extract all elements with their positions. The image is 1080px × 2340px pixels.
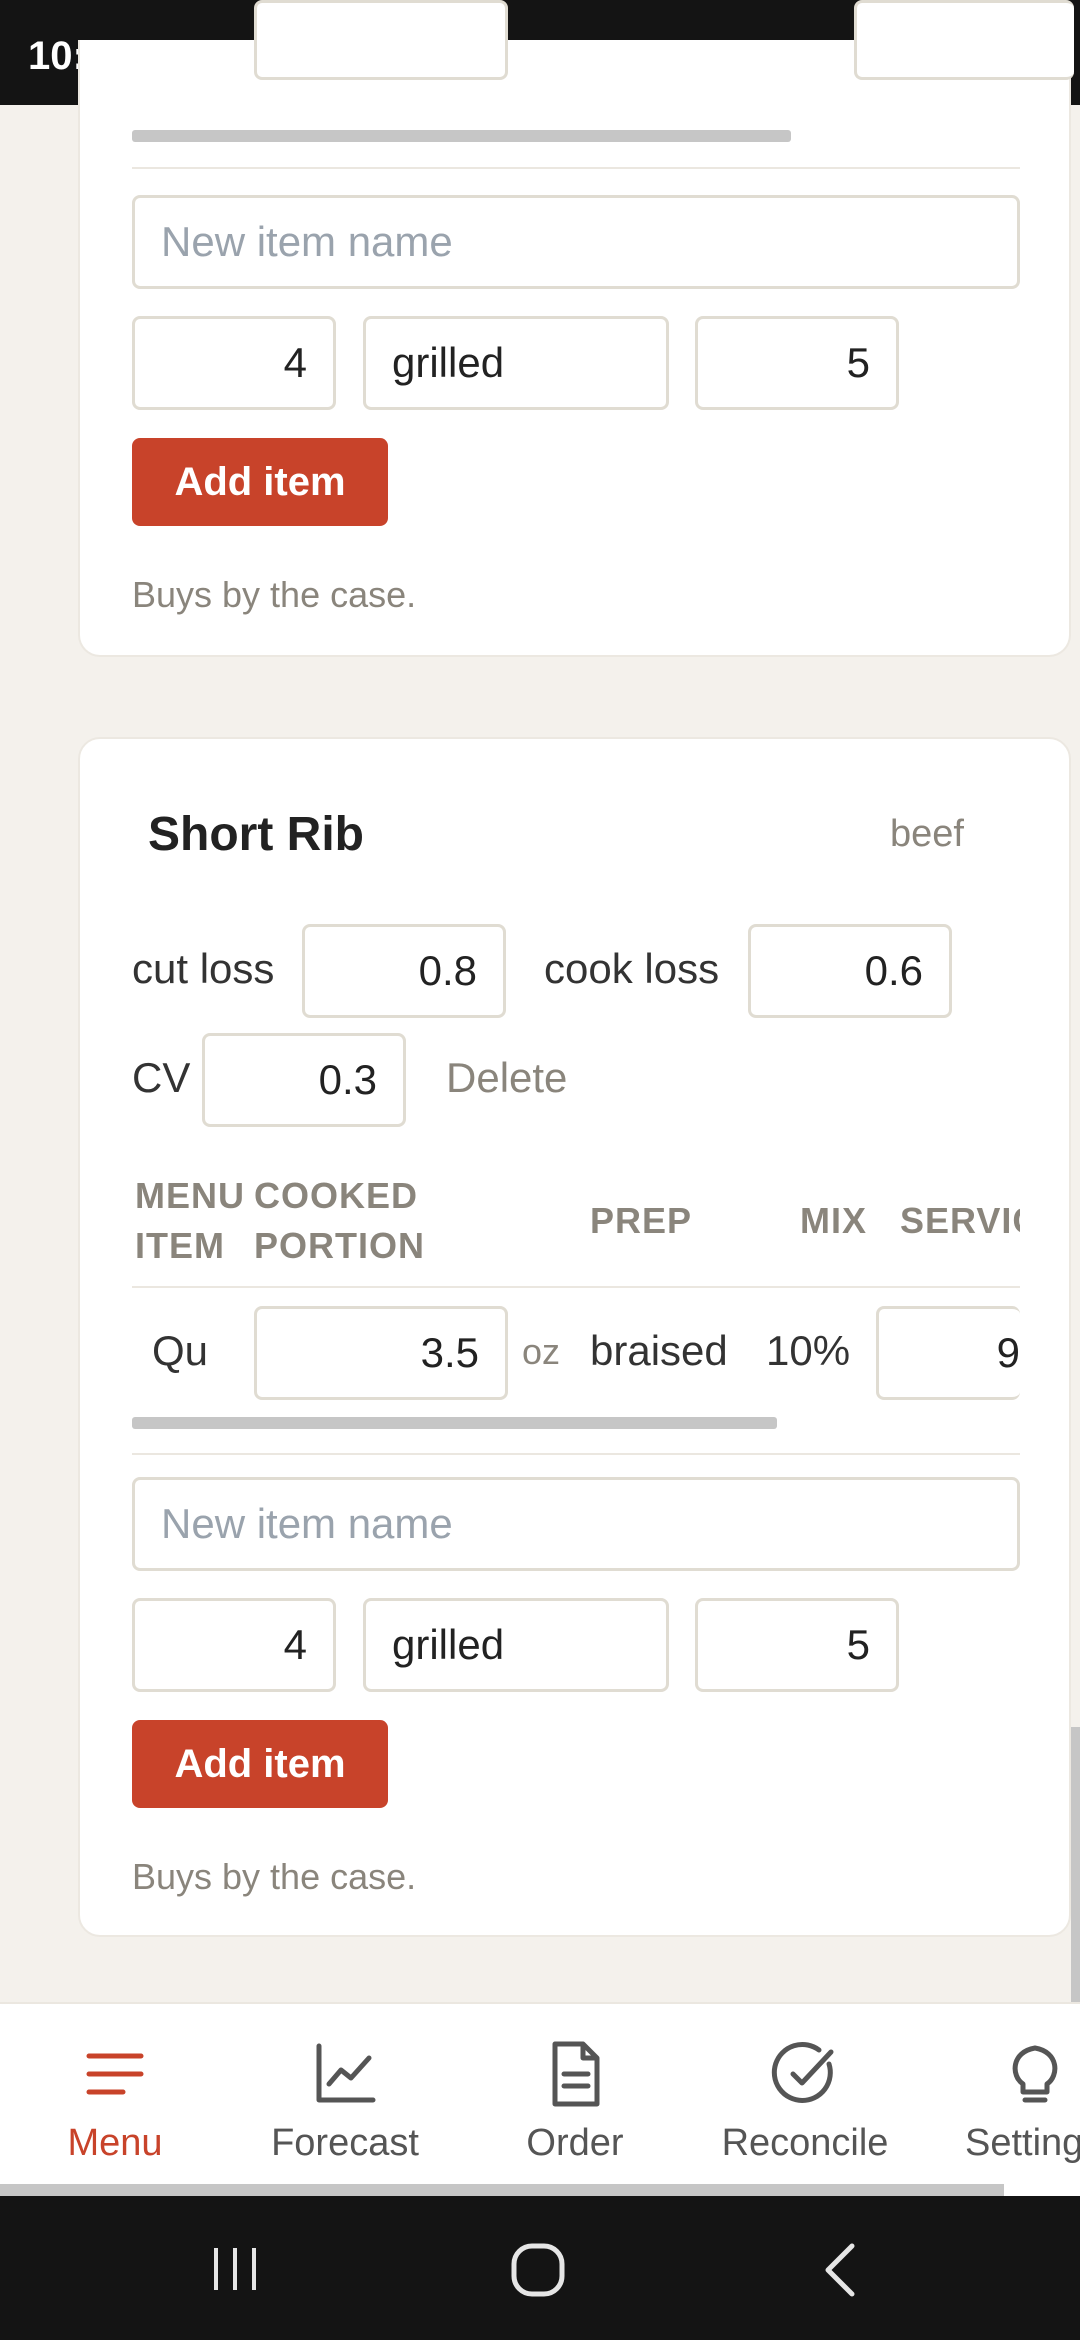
ingredient-category: beef bbox=[890, 813, 964, 855]
column-header-cooked-portion-line2: PORTION bbox=[254, 1225, 426, 1266]
bottom-navigation: Menu Forecast Order Reconcile Setting bbox=[0, 2002, 1080, 2202]
column-header-menu-item-line1: MENU bbox=[135, 1175, 245, 1216]
nav-item-forecast[interactable]: Forecast bbox=[230, 2004, 460, 2194]
new-item-prep-input[interactable]: grilled bbox=[363, 1598, 669, 1692]
new-item-mix-input[interactable]: 5 bbox=[695, 316, 899, 410]
column-header-menu-item-line2: ITEM bbox=[135, 1225, 225, 1266]
nav-item-settings[interactable]: Settings bbox=[920, 2004, 1080, 2194]
app-screen: 10:27 32 New item name 4 grilled 5 Add i… bbox=[0, 0, 1080, 2340]
row-menu-item: Qu bbox=[152, 1327, 209, 1374]
lightbulb-icon bbox=[1012, 2045, 1058, 2103]
recent-apps-icon[interactable] bbox=[210, 2244, 260, 2294]
nav-label-forecast: Forecast bbox=[271, 2122, 419, 2164]
case-hint: Buys by the case. bbox=[132, 1856, 417, 1897]
service-input-partial[interactable] bbox=[854, 0, 1074, 80]
new-item-name-input[interactable]: New item name bbox=[132, 195, 1020, 289]
nav-label-reconcile: Reconcile bbox=[721, 2122, 889, 2164]
document-icon bbox=[552, 2041, 600, 2107]
new-item-qty-input[interactable]: 4 bbox=[132, 316, 336, 410]
check-circle-icon bbox=[771, 2041, 834, 2103]
row-mix: 10% bbox=[766, 1327, 851, 1374]
back-icon[interactable] bbox=[818, 2242, 862, 2298]
cook-loss-label: cook loss bbox=[544, 945, 720, 992]
delete-ingredient-link[interactable]: Delete bbox=[446, 1054, 567, 1102]
system-navigation-bar bbox=[0, 2196, 1080, 2340]
case-hint: Buys by the case. bbox=[132, 574, 417, 615]
divider bbox=[132, 1453, 1020, 1455]
nav-label-order: Order bbox=[526, 2122, 624, 2164]
row-portion-unit: oz bbox=[522, 1331, 561, 1372]
add-item-button[interactable]: Add item bbox=[132, 438, 388, 526]
row-service-input[interactable]: 9 bbox=[876, 1306, 1020, 1400]
table-horizontal-scrollbar[interactable] bbox=[132, 130, 791, 142]
column-header-mix: MIX bbox=[800, 1200, 868, 1241]
table-horizontal-scrollbar[interactable] bbox=[132, 1417, 777, 1429]
column-header-menu-item: MENU ITEM bbox=[135, 1171, 245, 1271]
ingredient-title: Short Rib bbox=[148, 808, 364, 861]
column-header-cooked-portion-line1: COOKED bbox=[254, 1175, 419, 1216]
new-item-prep-input[interactable]: grilled bbox=[363, 316, 669, 410]
ingredient-card-short-rib: Short Rib beef cut loss 0.8 cook loss 0.… bbox=[78, 737, 1071, 1937]
column-header-prep: PREP bbox=[590, 1200, 693, 1241]
cook-loss-input[interactable]: 0.6 bbox=[748, 924, 952, 1018]
menu-icon bbox=[86, 2053, 144, 2095]
row-portion-input[interactable]: 3.5 bbox=[254, 1306, 508, 1400]
nav-horizontal-scrollbar[interactable] bbox=[0, 2184, 1004, 2196]
nav-item-reconcile[interactable]: Reconcile bbox=[690, 2004, 920, 2194]
portion-input-partial[interactable] bbox=[254, 0, 508, 80]
cut-loss-label: cut loss bbox=[132, 945, 275, 992]
chart-icon bbox=[316, 2043, 376, 2103]
new-item-mix-input[interactable]: 5 bbox=[695, 1598, 899, 1692]
nav-item-order[interactable]: Order bbox=[460, 2004, 690, 2194]
divider bbox=[132, 167, 1020, 169]
add-item-button[interactable]: Add item bbox=[132, 1720, 388, 1808]
column-header-service: SERVICI bbox=[900, 1200, 1020, 1241]
ingredient-card-previous: New item name 4 grilled 5 Add item Buys … bbox=[78, 0, 1074, 657]
home-icon[interactable] bbox=[510, 2242, 566, 2298]
nav-label-menu: Menu bbox=[67, 2122, 163, 2164]
new-item-name-input[interactable]: New item name bbox=[132, 1477, 1020, 1571]
new-item-qty-input[interactable]: 4 bbox=[132, 1598, 336, 1692]
cv-label: CV bbox=[132, 1054, 191, 1101]
row-prep: braised bbox=[590, 1327, 728, 1374]
column-header-cooked-portion: COOKED PORTION bbox=[254, 1171, 425, 1271]
nav-item-menu[interactable]: Menu bbox=[0, 2004, 230, 2194]
cut-loss-input[interactable]: 0.8 bbox=[302, 924, 506, 1018]
table-header-divider bbox=[132, 1286, 1020, 1288]
nav-label-settings: Settings bbox=[965, 2122, 1080, 2164]
cv-input[interactable]: 0.3 bbox=[202, 1033, 406, 1127]
